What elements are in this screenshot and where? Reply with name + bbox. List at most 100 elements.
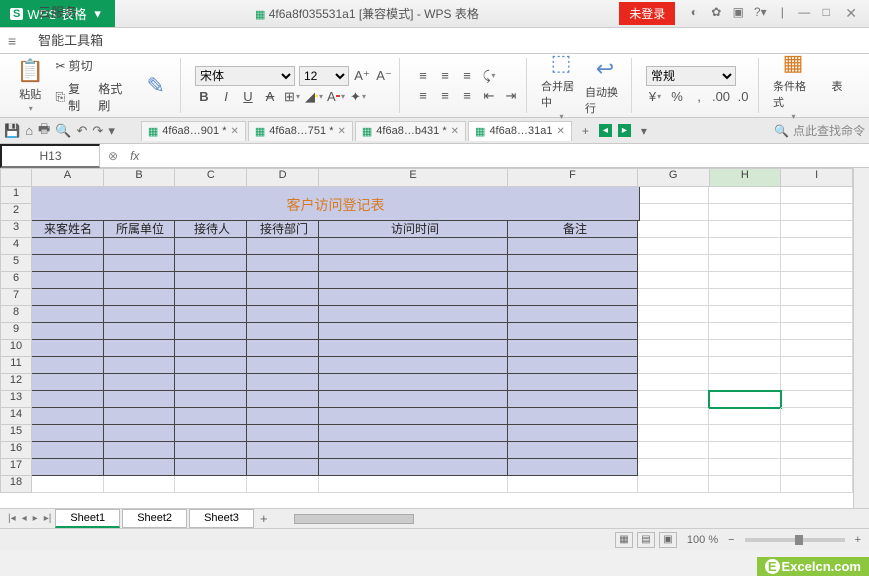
cell-A11[interactable] bbox=[32, 357, 104, 374]
cell-H5[interactable] bbox=[709, 255, 781, 272]
sheet-nav-first[interactable]: |◂ bbox=[6, 513, 18, 524]
cell-F4[interactable] bbox=[508, 238, 638, 255]
login-button[interactable]: 未登录 bbox=[619, 2, 675, 25]
cancel-icon[interactable]: ⊗ bbox=[108, 149, 118, 163]
cell-A17[interactable] bbox=[32, 459, 104, 476]
cell-G18[interactable] bbox=[638, 476, 710, 493]
cell-H18[interactable] bbox=[709, 476, 781, 493]
cell-D9[interactable] bbox=[247, 323, 319, 340]
col-header-A[interactable]: A bbox=[32, 168, 104, 187]
cell-E4[interactable] bbox=[319, 238, 508, 255]
comma-button[interactable]: , bbox=[690, 88, 708, 106]
cell-B14[interactable] bbox=[104, 408, 176, 425]
cell-F5[interactable] bbox=[508, 255, 638, 272]
border-button[interactable]: ⊞ bbox=[283, 88, 301, 106]
cell-A7[interactable] bbox=[32, 289, 104, 306]
cell-D13[interactable] bbox=[247, 391, 319, 408]
number-format-select[interactable]: 常规 bbox=[646, 66, 736, 86]
sheet-tab-2[interactable]: Sheet3 bbox=[189, 509, 254, 528]
cell-G2[interactable] bbox=[638, 204, 710, 221]
close-tab-icon[interactable]: ✕ bbox=[230, 126, 238, 137]
row-header-8[interactable]: 8 bbox=[0, 306, 32, 323]
qat-dropdown[interactable]: ▾ bbox=[108, 123, 115, 139]
cell-I18[interactable] bbox=[781, 476, 853, 493]
cell-H17[interactable] bbox=[709, 459, 781, 476]
cell-A9[interactable] bbox=[32, 323, 104, 340]
col-header-C[interactable]: C bbox=[175, 168, 247, 187]
cell-B5[interactable] bbox=[104, 255, 176, 272]
row-header-17[interactable]: 17 bbox=[0, 459, 32, 476]
cell-E12[interactable] bbox=[319, 374, 508, 391]
cell-H9[interactable] bbox=[709, 323, 781, 340]
cell-C4[interactable] bbox=[175, 238, 247, 255]
cell-A8[interactable] bbox=[32, 306, 104, 323]
merge-center-button[interactable]: ⬚ 合并居中 bbox=[541, 50, 581, 121]
cell-F8[interactable] bbox=[508, 306, 638, 323]
row-header-10[interactable]: 10 bbox=[0, 340, 32, 357]
cell-G13[interactable] bbox=[638, 391, 710, 408]
cell-A14[interactable] bbox=[32, 408, 104, 425]
cell-E7[interactable] bbox=[319, 289, 508, 306]
tab-nav-right[interactable]: ▸ bbox=[618, 124, 631, 137]
row-header-1[interactable]: 1 bbox=[0, 187, 32, 204]
row-header-11[interactable]: 11 bbox=[0, 357, 32, 374]
cell-F6[interactable] bbox=[508, 272, 638, 289]
cell-E17[interactable] bbox=[319, 459, 508, 476]
cell-C7[interactable] bbox=[175, 289, 247, 306]
grid[interactable]: ABCDEFGHI 客户访问登记表来客姓名所属单位接待人接待部门访问时间备注 bbox=[32, 168, 853, 508]
align-right-button[interactable]: ≡ bbox=[458, 87, 476, 105]
sheet-nav-last[interactable]: ▸| bbox=[42, 513, 54, 524]
cell-F7[interactable] bbox=[508, 289, 638, 306]
cell-D7[interactable] bbox=[247, 289, 319, 306]
cell-H4[interactable] bbox=[709, 238, 781, 255]
cell-C9[interactable] bbox=[175, 323, 247, 340]
cell-D15[interactable] bbox=[247, 425, 319, 442]
cell-G10[interactable] bbox=[638, 340, 710, 357]
cell-G17[interactable] bbox=[638, 459, 710, 476]
row-header-15[interactable]: 15 bbox=[0, 425, 32, 442]
cell-reference-input[interactable] bbox=[0, 144, 100, 168]
cut-button[interactable]: ✂剪切 bbox=[53, 55, 134, 76]
cell-D16[interactable] bbox=[247, 442, 319, 459]
cell-H6[interactable] bbox=[709, 272, 781, 289]
formula-input[interactable] bbox=[147, 148, 869, 163]
cell-I5[interactable] bbox=[781, 255, 853, 272]
doc-tab-0[interactable]: ▦4f6a8…901 *✕ bbox=[141, 121, 246, 141]
zoom-value[interactable]: 100 % bbox=[687, 534, 718, 546]
cond-format-button[interactable]: ▦ 条件格式 bbox=[773, 50, 813, 121]
cell-G15[interactable] bbox=[638, 425, 710, 442]
cell-B9[interactable] bbox=[104, 323, 176, 340]
cell-H11[interactable] bbox=[709, 357, 781, 374]
cell-C8[interactable] bbox=[175, 306, 247, 323]
underline-button[interactable]: U bbox=[239, 88, 257, 106]
col-header-E[interactable]: E bbox=[319, 168, 508, 187]
cell-F9[interactable] bbox=[508, 323, 638, 340]
cell-F13[interactable] bbox=[508, 391, 638, 408]
cell-A16[interactable] bbox=[32, 442, 104, 459]
cell-D18[interactable] bbox=[247, 476, 319, 493]
cell-B4[interactable] bbox=[104, 238, 176, 255]
add-sheet-button[interactable]: + bbox=[256, 511, 272, 526]
row-header-9[interactable]: 9 bbox=[0, 323, 32, 340]
print-icon[interactable]: 🖶 bbox=[38, 120, 50, 142]
cell-D10[interactable] bbox=[247, 340, 319, 357]
cell-E8[interactable] bbox=[319, 306, 508, 323]
cell-D6[interactable] bbox=[247, 272, 319, 289]
row-header-16[interactable]: 16 bbox=[0, 442, 32, 459]
font-color-button[interactable]: A bbox=[327, 88, 345, 106]
cell-B7[interactable] bbox=[104, 289, 176, 306]
cell-I4[interactable] bbox=[781, 238, 853, 255]
dec-inc-button[interactable]: .00 bbox=[712, 88, 730, 106]
cell-H8[interactable] bbox=[709, 306, 781, 323]
format-painter-button[interactable]: 格式刷 bbox=[95, 78, 133, 116]
row-header-3[interactable]: 3 bbox=[0, 221, 32, 238]
close-tab-icon[interactable]: ✕ bbox=[451, 126, 459, 137]
skin-icon[interactable]: ▣ bbox=[731, 5, 745, 22]
zoom-slider[interactable] bbox=[745, 538, 845, 542]
cell-E10[interactable] bbox=[319, 340, 508, 357]
increase-font-button[interactable]: A⁺ bbox=[353, 67, 371, 85]
cell-A15[interactable] bbox=[32, 425, 104, 442]
cell-E14[interactable] bbox=[319, 408, 508, 425]
align-top-button[interactable]: ≡ bbox=[414, 67, 432, 85]
col-header-F[interactable]: F bbox=[508, 168, 638, 187]
